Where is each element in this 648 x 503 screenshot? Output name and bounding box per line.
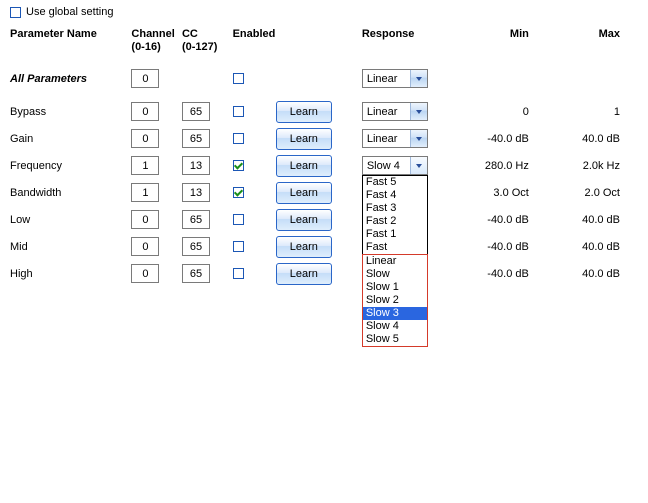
min-value: -40.0 dB — [448, 233, 539, 260]
learn-button[interactable]: Learn — [276, 101, 332, 123]
param-name: Frequency — [10, 152, 131, 179]
header-learn — [276, 28, 362, 41]
table-row: Bypass065LearnLinear01 — [10, 98, 630, 125]
header-min: Min — [448, 28, 539, 41]
max-value: 2.0k Hz — [539, 152, 630, 179]
all-response-select[interactable]: Linear — [362, 69, 428, 88]
response-dropdown-list[interactable]: Fast 5Fast 4Fast 3Fast 2Fast 1Fast Linea… — [362, 175, 428, 347]
chevron-down-icon — [410, 157, 427, 174]
min-value: -40.0 dB — [448, 125, 539, 152]
dropdown-item[interactable]: Fast — [363, 241, 427, 254]
response-select[interactable]: Linear — [362, 129, 428, 148]
header-channel-range: (0-16) — [131, 41, 182, 54]
response-value: Linear — [363, 106, 410, 118]
channel-input[interactable]: 0 — [131, 237, 159, 256]
channel-input[interactable]: 0 — [131, 129, 159, 148]
chevron-down-icon — [410, 70, 427, 87]
dropdown-item[interactable]: Linear — [363, 255, 427, 268]
chevron-down-icon — [410, 103, 427, 120]
param-name: Mid — [10, 233, 131, 260]
global-setting-checkbox[interactable] — [10, 7, 21, 18]
response-value: Linear — [363, 133, 410, 145]
dropdown-item[interactable]: Slow — [363, 268, 427, 281]
header-response: Response — [362, 28, 448, 41]
min-value: -40.0 dB — [448, 206, 539, 233]
enabled-checkbox[interactable] — [233, 187, 244, 198]
table-row: High0 65 Learn -40.0 dB40.0 dB — [10, 260, 630, 287]
param-name: High — [10, 260, 131, 287]
table-row: Low0 65 Learn -40.0 dB40.0 dB — [10, 206, 630, 233]
max-value: 40.0 dB — [539, 125, 630, 152]
table-row: Gain0 65 Learn Linear -40.0 dB40.0 dB — [10, 125, 630, 152]
all-response-value: Linear — [363, 73, 410, 85]
dropdown-item[interactable]: Fast 3 — [363, 202, 427, 215]
learn-button[interactable]: Learn — [276, 209, 332, 231]
cc-input[interactable]: 65 — [182, 129, 210, 148]
cc-input[interactable]: 65 — [182, 210, 210, 229]
table-row: Mid0 65 Learn -40.0 dB40.0 dB — [10, 233, 630, 260]
header-cc: CC — [182, 28, 233, 41]
all-parameters-row: All Parameters 0 Linear — [10, 65, 630, 92]
cc-input[interactable]: 65 — [182, 264, 210, 283]
cc-input[interactable]: 13 — [182, 183, 210, 202]
dropdown-item[interactable]: Slow 3 — [363, 307, 427, 320]
param-name: Low — [10, 206, 131, 233]
min-value: -40.0 dB — [448, 260, 539, 287]
learn-button[interactable]: Learn — [276, 182, 332, 204]
header-max: Max — [539, 28, 630, 41]
table-row: Frequency1 13 Learn Slow 4 280.0 Hz2.0k Hz — [10, 152, 630, 179]
enabled-checkbox[interactable] — [233, 160, 244, 171]
learn-button[interactable]: Learn — [276, 236, 332, 258]
header-cc-range: (0-127) — [182, 41, 233, 54]
param-name: Bandwidth — [10, 179, 131, 206]
header-channel: Channel — [131, 28, 182, 41]
channel-input[interactable]: 0 — [131, 102, 159, 121]
dropdown-item[interactable]: Slow 5 — [363, 333, 427, 346]
param-name: Gain — [10, 125, 131, 152]
min-value: 280.0 Hz — [448, 152, 539, 179]
max-value: 40.0 dB — [539, 206, 630, 233]
dropdown-item[interactable]: Slow 1 — [363, 281, 427, 294]
enabled-checkbox[interactable] — [233, 214, 244, 225]
max-value: 40.0 dB — [539, 233, 630, 260]
dropdown-item[interactable]: Fast 5 — [363, 176, 427, 189]
min-value: 3.0 Oct — [448, 179, 539, 206]
learn-button[interactable]: Learn — [276, 155, 332, 177]
learn-button[interactable]: Learn — [276, 263, 332, 285]
enabled-checkbox[interactable] — [233, 241, 244, 252]
dropdown-item[interactable]: Fast 2 — [363, 215, 427, 228]
channel-input[interactable]: 0 — [131, 210, 159, 229]
cc-input[interactable]: 65 — [182, 237, 210, 256]
enabled-checkbox[interactable] — [233, 106, 244, 117]
cc-input[interactable]: 65 — [182, 102, 210, 121]
response-select[interactable]: Slow 4 — [362, 156, 428, 175]
channel-input[interactable]: 1 — [131, 156, 159, 175]
response-value: Slow 4 — [363, 160, 410, 172]
all-enabled-checkbox[interactable] — [233, 73, 244, 84]
global-setting-label: Use global setting — [26, 6, 113, 18]
cc-input[interactable]: 13 — [182, 156, 210, 175]
table-row: Bandwidth1 13 Learn 3.0 Oct2.0 Oct — [10, 179, 630, 206]
learn-button[interactable]: Learn — [276, 128, 332, 150]
all-channel-input[interactable]: 0 — [131, 69, 159, 88]
max-value: 2.0 Oct — [539, 179, 630, 206]
channel-input[interactable]: 0 — [131, 264, 159, 283]
min-value: 0 — [448, 98, 539, 125]
enabled-checkbox[interactable] — [233, 133, 244, 144]
dropdown-item[interactable]: Fast 1 — [363, 228, 427, 241]
all-parameters-label: All Parameters — [10, 65, 131, 92]
param-name: Bypass — [10, 98, 131, 125]
dropdown-item[interactable]: Slow 2 — [363, 294, 427, 307]
dropdown-item[interactable]: Fast 4 — [363, 189, 427, 202]
dropdown-item[interactable]: Slow 4 — [363, 320, 427, 333]
max-value: 40.0 dB — [539, 260, 630, 287]
chevron-down-icon — [410, 130, 427, 147]
header-enabled: Enabled — [233, 28, 276, 41]
response-select[interactable]: Linear — [362, 102, 428, 121]
channel-input[interactable]: 1 — [131, 183, 159, 202]
header-name: Parameter Name — [10, 28, 131, 41]
enabled-checkbox[interactable] — [233, 268, 244, 279]
parameters-table: Parameter Name Channel CC Enabled Respon… — [10, 28, 630, 287]
max-value: 1 — [539, 98, 630, 125]
